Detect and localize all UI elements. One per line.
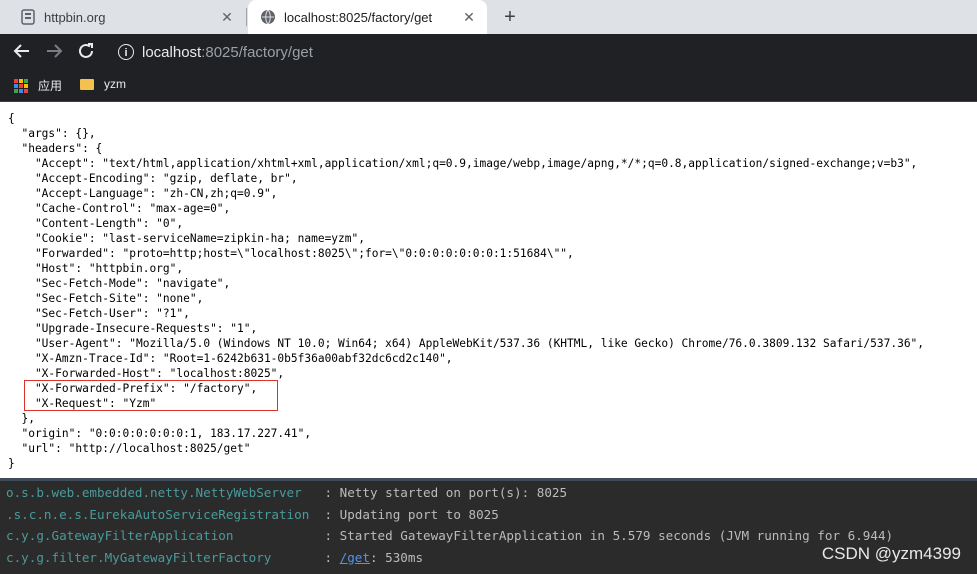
apps-grid-icon xyxy=(14,78,28,93)
forward-icon[interactable] xyxy=(44,42,64,62)
watermark: CSDN @yzm4399 xyxy=(821,544,961,563)
tab-strip: httpbin.org ✕ localhost:8025/factory/get… xyxy=(0,0,977,34)
log-separator: : xyxy=(316,528,340,543)
json-line: "Cache-Control": "max-age=0", xyxy=(8,202,231,215)
reload-icon[interactable] xyxy=(76,42,96,62)
bookmark-yzm[interactable]: yzm xyxy=(80,77,126,91)
json-line: "X-Forwarded-Host": "localhost:8025", xyxy=(8,367,285,380)
tab-separator xyxy=(246,8,247,26)
json-line: "Accept-Language": "zh-CN,zh;q=0.9", xyxy=(8,187,278,200)
json-line: "Content-Length": "0", xyxy=(8,217,184,230)
globe-icon xyxy=(260,9,276,25)
tab-localhost[interactable]: localhost:8025/factory/get ✕ xyxy=(248,0,487,34)
json-line: "Upgrade-Insecure-Requests": "1", xyxy=(8,322,258,335)
log-separator: : xyxy=(316,485,340,500)
new-tab-icon[interactable]: + xyxy=(500,6,520,28)
console-line: .s.c.n.e.s.EurekaAutoServiceRegistration… xyxy=(6,504,499,526)
json-line: "headers": { xyxy=(8,142,103,155)
bookmarks-bar: 应用 yzm xyxy=(0,70,977,102)
url-path: :8025/factory/get xyxy=(201,43,313,61)
console-line: c.y.g.GatewayFilterApplication : Started… xyxy=(6,525,893,547)
bookmark-label: 应用 xyxy=(38,79,63,93)
back-icon[interactable] xyxy=(12,42,32,62)
log-message: : 530ms xyxy=(369,549,424,565)
json-line: } xyxy=(8,457,15,470)
browser-toolbar: i localhost:8025/factory/get xyxy=(0,34,977,70)
log-separator: : xyxy=(316,549,340,565)
json-line: "Accept-Encoding": "gzip, deflate, br", xyxy=(8,172,298,185)
log-link[interactable]: /get xyxy=(340,550,370,565)
bookmark-label: yzm xyxy=(104,77,126,91)
highlight-box xyxy=(24,380,278,411)
json-line: "Sec-Fetch-Mode": "navigate", xyxy=(8,277,231,290)
httpbin-favicon-icon xyxy=(20,9,36,25)
json-line: "Accept": "text/html,application/xhtml+x… xyxy=(8,157,918,170)
logger-name: .s.c.n.e.s.EurekaAutoServiceRegistration xyxy=(6,506,317,522)
json-line: "Sec-Fetch-User": "?1", xyxy=(8,307,190,320)
json-line: "Host": "httpbin.org", xyxy=(8,262,184,275)
folder-icon xyxy=(80,78,94,90)
tab-title: httpbin.org xyxy=(44,9,106,25)
site-info-icon[interactable]: i xyxy=(118,44,134,60)
log-message: Netty started on port(s): 8025 xyxy=(339,485,568,500)
json-line: "origin": "0:0:0:0:0:0:0:1, 183.17.227.4… xyxy=(8,427,312,440)
bookmark-apps[interactable]: 应用 xyxy=(14,77,62,94)
tab-httpbin[interactable]: httpbin.org ✕ xyxy=(0,0,245,34)
logger-name: c.y.g.filter.MyGatewayFilterFactory xyxy=(6,549,317,565)
log-message: Updating port to 8025 xyxy=(339,506,499,522)
json-line: "Cookie": "last-serviceName=zipkin-ha; n… xyxy=(8,232,365,245)
close-tab-icon[interactable]: ✕ xyxy=(219,9,235,25)
json-line: { xyxy=(8,112,15,125)
json-line: "url": "http://localhost:8025/get" xyxy=(8,442,251,455)
logger-name: c.y.g.GatewayFilterApplication xyxy=(6,528,317,543)
json-line: "X-Amzn-Trace-Id": "Root=1-6242b631-0b5f… xyxy=(8,352,453,365)
tab-title: localhost:8025/factory/get xyxy=(284,9,433,25)
json-line: }, xyxy=(8,412,35,425)
log-message: Started GatewayFilterApplication in 5.57… xyxy=(339,528,894,543)
url-host: localhost xyxy=(142,43,202,61)
address-bar[interactable]: i localhost:8025/factory/get xyxy=(108,38,977,66)
close-tab-icon[interactable]: ✕ xyxy=(461,9,477,25)
console-line: c.y.g.filter.MyGatewayFilterFactory : /g… xyxy=(6,547,423,569)
logger-name: o.s.b.web.embedded.netty.NettyWebServer xyxy=(6,485,317,500)
json-response: { "args": {}, "headers": { "Accept": "te… xyxy=(8,111,924,471)
log-separator: : xyxy=(316,506,340,522)
json-line: "args": {}, xyxy=(8,127,96,140)
console-line: o.s.b.web.embedded.netty.NettyWebServer … xyxy=(6,482,567,504)
json-line: "Forwarded": "proto=http;host=\"localhos… xyxy=(8,247,574,260)
json-line: "Sec-Fetch-Site": "none", xyxy=(8,292,204,305)
json-line: "User-Agent": "Mozilla/5.0 (Windows NT 1… xyxy=(8,337,925,350)
